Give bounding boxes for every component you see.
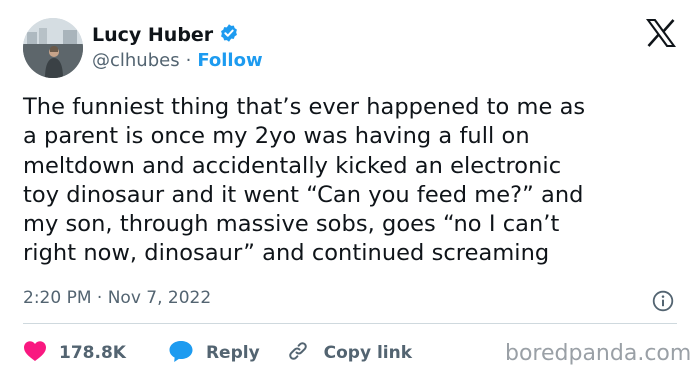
reply-label: Reply: [205, 343, 260, 363]
divider: [23, 323, 677, 324]
info-icon[interactable]: [652, 290, 674, 312]
author-display-name[interactable]: Lucy Huber: [92, 24, 213, 46]
tweet-text-line: toy dinosaur and it went “Can you feed m…: [23, 181, 584, 208]
tweet-text-line: meltdown and accidentally kicked an elec…: [23, 152, 562, 179]
follow-button[interactable]: Follow: [197, 50, 262, 71]
tweet-text-line: a parent is once my 2yo was having a ful…: [23, 123, 530, 150]
heart-icon: [23, 340, 47, 367]
author-handle-row: @clhubes · Follow: [92, 48, 263, 72]
likes-count: 178.8K: [59, 343, 126, 363]
tweet-text-line: The funniest thing that’s ever happened …: [23, 94, 586, 120]
watermark: boredpanda.com: [505, 341, 692, 366]
handle-separator: ·: [185, 49, 192, 71]
copy-link-button[interactable]: Copy link: [286, 339, 412, 368]
like-button[interactable]: 178.8K: [23, 340, 126, 367]
action-bar: 178.8K Reply Copy link: [23, 338, 412, 368]
link-icon: [286, 339, 310, 368]
reply-button[interactable]: Reply: [168, 339, 260, 368]
reply-bubble-icon: [168, 339, 194, 368]
tweet-text: The funniest thing that’s ever happened …: [23, 93, 673, 269]
tweet-text-line: right now, dinosaur” and continued screa…: [23, 240, 550, 267]
author-handle[interactable]: @clhubes: [92, 50, 180, 71]
x-logo-icon[interactable]: [645, 18, 677, 48]
verified-badge-icon: [219, 23, 239, 47]
tweet-timestamp[interactable]: 2:20 PM · Nov 7, 2022: [23, 288, 211, 308]
tweet-text-line: my son, through massive sobs, goes “no I…: [23, 211, 560, 238]
author-name-row: Lucy Huber: [92, 22, 239, 48]
copy-link-label: Copy link: [323, 343, 413, 363]
avatar[interactable]: [23, 18, 83, 78]
